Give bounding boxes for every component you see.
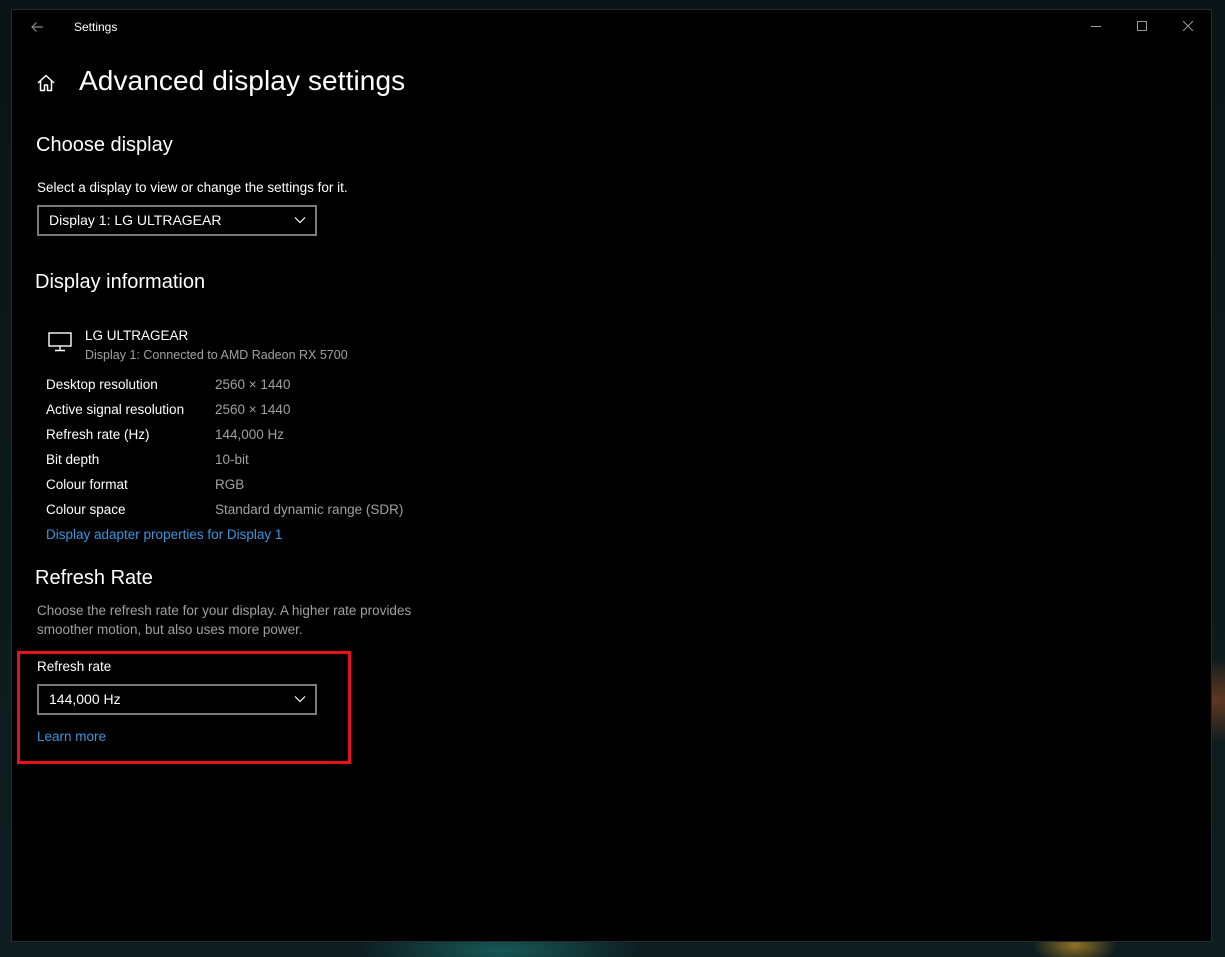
page-title: Advanced display settings (79, 65, 406, 96)
close-icon (1183, 21, 1193, 31)
info-value: 2560 × 1440 (215, 402, 291, 417)
info-value: RGB (215, 477, 245, 492)
info-value: 144,000 Hz (215, 427, 285, 442)
info-label: Desktop resolution (46, 377, 158, 392)
info-row-desktop-resolution: Desktop resolution 2560 × 1440 (46, 377, 466, 397)
display-information-heading: Display information (35, 271, 206, 293)
settings-window: Settings Advanced display settings Choos… (11, 9, 1212, 942)
info-row-colour-space: Colour space Standard dynamic range (SDR… (46, 502, 466, 522)
info-row-refresh-rate: Refresh rate (Hz) 144,000 Hz (46, 427, 466, 447)
display-select-dropdown[interactable]: Display 1: LG ULTRAGEAR (37, 205, 317, 236)
info-label: Colour format (46, 477, 128, 492)
maximize-button[interactable] (1119, 10, 1165, 42)
info-label: Refresh rate (Hz) (46, 427, 150, 442)
display-select-value: Display 1: LG ULTRAGEAR (49, 212, 222, 228)
chevron-down-icon (294, 217, 306, 224)
back-button[interactable] (26, 17, 48, 37)
info-label: Active signal resolution (46, 402, 185, 417)
refresh-rate-highlight-box (17, 651, 351, 764)
refresh-rate-description: Choose the refresh rate for your display… (37, 603, 412, 637)
info-label: Bit depth (46, 452, 100, 467)
info-value: Standard dynamic range (SDR) (215, 502, 404, 517)
minimize-button[interactable] (1073, 10, 1119, 42)
monitor-name: LG ULTRAGEAR (85, 328, 189, 343)
choose-display-instruction: Select a display to view or change the s… (37, 180, 348, 195)
back-arrow-icon (31, 22, 43, 32)
maximize-icon (1137, 21, 1147, 31)
refresh-rate-heading: Refresh Rate (35, 567, 153, 589)
window-title: Settings (74, 20, 118, 34)
minimize-icon (1091, 26, 1101, 27)
title-bar: Settings (12, 10, 1211, 44)
display-adapter-properties-link[interactable]: Display adapter properties for Display 1 (46, 527, 282, 542)
home-icon[interactable] (36, 73, 56, 93)
info-row-colour-format: Colour format RGB (46, 477, 466, 497)
info-row-bit-depth: Bit depth 10-bit (46, 452, 466, 472)
monitor-icon (48, 332, 72, 352)
info-label: Colour space (46, 502, 126, 517)
info-value: 10-bit (215, 452, 249, 467)
monitor-connection: Display 1: Connected to AMD Radeon RX 57… (85, 348, 348, 362)
close-button[interactable] (1165, 10, 1211, 42)
info-row-active-signal-resolution: Active signal resolution 2560 × 1440 (46, 402, 466, 422)
info-value: 2560 × 1440 (215, 377, 291, 392)
choose-display-heading: Choose display (36, 134, 173, 156)
